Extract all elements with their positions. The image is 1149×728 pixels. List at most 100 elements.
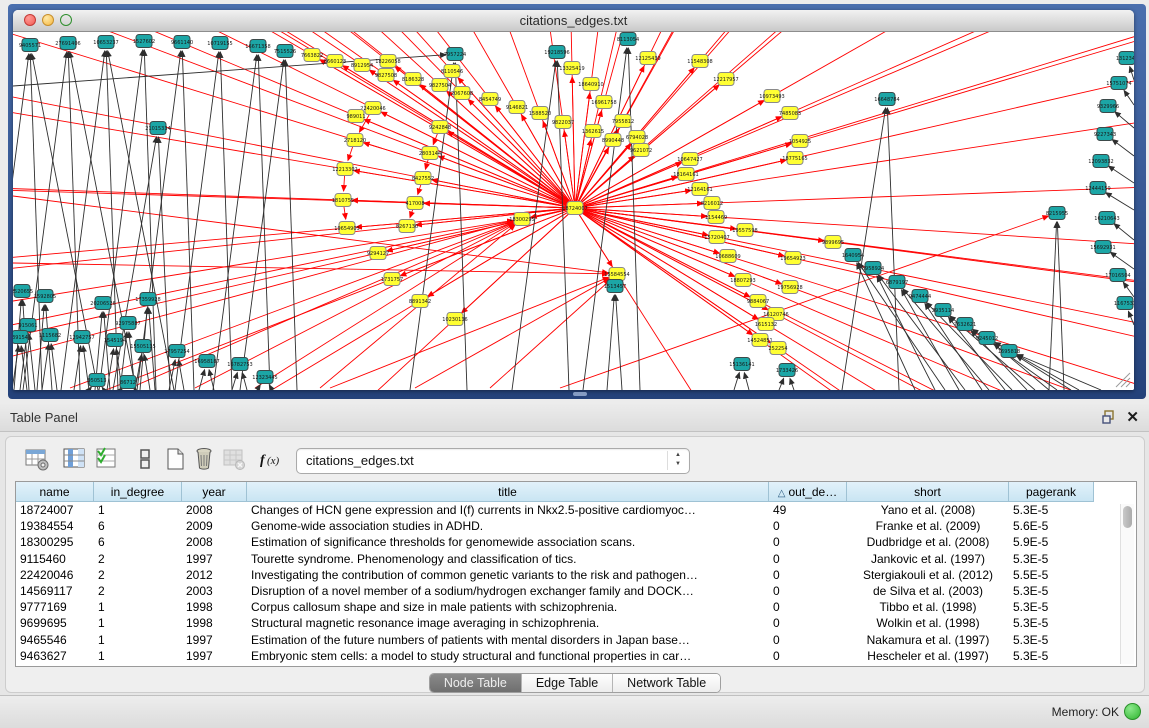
table-cell[interactable]: de Silva et al. (2003) bbox=[847, 584, 1009, 600]
graph-node[interactable]: 9329966 bbox=[1097, 100, 1119, 113]
rows-icon[interactable] bbox=[132, 446, 158, 472]
close-panel-icon[interactable]: ✕ bbox=[1126, 408, 1139, 426]
table-cell[interactable]: 2 bbox=[94, 584, 182, 600]
table-cell[interactable]: 2 bbox=[94, 568, 182, 584]
column-header-title[interactable]: title bbox=[247, 482, 769, 502]
table-cell[interactable]: 1997 bbox=[182, 633, 247, 649]
table-columns-icon[interactable] bbox=[61, 446, 87, 472]
graph-node[interactable]: 18775165 bbox=[782, 152, 807, 165]
graph-node[interactable]: 1592805 bbox=[34, 290, 56, 303]
graph-node[interactable]: 9827504 bbox=[429, 79, 451, 92]
table-cell[interactable]: 6 bbox=[94, 519, 182, 535]
graph-node[interactable]: 2520655 bbox=[13, 285, 33, 298]
table-cell[interactable]: 1998 bbox=[182, 600, 247, 616]
table-cell[interactable]: 18724007 bbox=[16, 503, 94, 519]
graph-node[interactable]: 9245012 bbox=[976, 332, 998, 345]
table-cell[interactable]: Changes of HCN gene expression and I(f) … bbox=[247, 503, 769, 519]
table-cell[interactable]: Hescheler et al. (1997) bbox=[847, 649, 1009, 665]
table-row[interactable]: 946554611997Estimation of the future num… bbox=[16, 633, 1136, 649]
graph-node[interactable]: 8990448 bbox=[602, 134, 624, 147]
table-cell[interactable]: 5.9E-5 bbox=[1009, 535, 1094, 551]
vertical-scrollbar[interactable] bbox=[1120, 504, 1134, 664]
graph-node[interactable]: 7663822 bbox=[301, 49, 323, 62]
tab-node-table[interactable]: Node Table bbox=[430, 674, 522, 692]
graph-node[interactable]: 7955812 bbox=[612, 115, 634, 128]
table-cell[interactable]: Embryonic stem cells: a model to study s… bbox=[247, 649, 769, 665]
graph-node[interactable]: 8216012 bbox=[701, 197, 723, 210]
graph-node[interactable]: 10647427 bbox=[677, 153, 702, 166]
graph-node[interactable]: 1167533 bbox=[1114, 297, 1134, 310]
table-cell[interactable]: 5.3E-5 bbox=[1009, 552, 1094, 568]
table-cell[interactable]: Genome-wide association studies in ADHD. bbox=[247, 519, 769, 535]
table-cell[interactable]: 1997 bbox=[182, 649, 247, 665]
graph-node[interactable]: 252254 bbox=[768, 342, 787, 355]
table-cell[interactable]: 19384554 bbox=[16, 519, 94, 535]
table-cell[interactable]: 0 bbox=[769, 633, 847, 649]
graph-node[interactable]: 1527602 bbox=[133, 35, 155, 48]
table-cell[interactable]: Franke et al. (2009) bbox=[847, 519, 1009, 535]
graph-node[interactable]: 8912954 bbox=[351, 59, 373, 72]
table-cell[interactable]: 0 bbox=[769, 552, 847, 568]
graph-node[interactable]: 9621072 bbox=[630, 144, 652, 157]
table-cell[interactable]: 6 bbox=[94, 535, 182, 551]
graph-node[interactable]: 9884067 bbox=[747, 295, 769, 308]
table-row[interactable]: 969969511998Structural magnetic resonanc… bbox=[16, 616, 1136, 632]
delete-column-icon[interactable] bbox=[191, 446, 217, 472]
table-cell[interactable]: Estimation of the future numbers of pati… bbox=[247, 633, 769, 649]
tab-edge-table[interactable]: Edge Table bbox=[522, 674, 613, 692]
graph-node[interactable]: 1312344 bbox=[1116, 52, 1134, 65]
graph-node[interactable]: 1154469 bbox=[705, 211, 727, 224]
graph-node[interactable]: 18164161 bbox=[673, 168, 698, 181]
graph-node[interactable]: 12444159 bbox=[1085, 182, 1110, 195]
graph-node[interactable]: 8891342 bbox=[409, 295, 431, 308]
graph-node[interactable]: 915061 bbox=[18, 319, 37, 332]
network-titlebar[interactable]: citations_edges.txt bbox=[13, 10, 1134, 32]
graph-node[interactable]: 1731757 bbox=[381, 273, 403, 286]
graph-node[interactable]: 6794028 bbox=[626, 131, 648, 144]
graph-node[interactable]: 6879197 bbox=[886, 276, 908, 289]
table-cell[interactable]: 5.3E-5 bbox=[1009, 633, 1094, 649]
graph-node[interactable]: 1615132 bbox=[755, 318, 777, 331]
table-cell[interactable]: Corpus callosum shape and size in male p… bbox=[247, 600, 769, 616]
graph-node[interactable]: 9661140 bbox=[171, 36, 193, 49]
table-cell[interactable]: 9115460 bbox=[16, 552, 94, 568]
graph-node[interactable]: 9227343 bbox=[1094, 128, 1116, 141]
table-cell[interactable]: 0 bbox=[769, 568, 847, 584]
table-cell[interactable]: Wolkin et al. (1998) bbox=[847, 616, 1009, 632]
graph-node[interactable]: 18640910 bbox=[578, 78, 603, 91]
splitter-handle[interactable] bbox=[573, 392, 587, 396]
table-row[interactable]: 946362711997Embryonic stem cells: a mode… bbox=[16, 649, 1136, 665]
column-header-short[interactable]: short bbox=[847, 482, 1009, 502]
graph-node[interactable]: 7632621 bbox=[954, 318, 976, 331]
graph-node[interactable]: 39154 bbox=[13, 331, 28, 344]
graph-node[interactable]: 7957224 bbox=[444, 48, 466, 61]
table-cell[interactable]: 2009 bbox=[182, 519, 247, 535]
graph-node[interactable]: 16210643 bbox=[1094, 212, 1119, 225]
table-row[interactable]: 1830029562008Estimation of significance … bbox=[16, 535, 1136, 551]
column-header-name[interactable]: name bbox=[16, 482, 94, 502]
graph-node[interactable]: 19557598 bbox=[732, 224, 757, 237]
graph-node[interactable]: 2803144 bbox=[419, 147, 441, 160]
graph-node[interactable]: 1733426 bbox=[776, 364, 798, 377]
table-cell[interactable]: 1998 bbox=[182, 616, 247, 632]
graph-node[interactable]: 989011 bbox=[346, 110, 365, 123]
graph-node[interactable]: 1362615 bbox=[582, 125, 604, 138]
graph-node[interactable]: 12125439 bbox=[635, 52, 660, 65]
table-cell[interactable]: 14569117 bbox=[16, 584, 94, 600]
table-cell[interactable]: Stergiakouli et al. (2012) bbox=[847, 568, 1009, 584]
graph-node[interactable]: 16671358 bbox=[245, 40, 270, 53]
table-cell[interactable]: 5.3E-5 bbox=[1009, 616, 1094, 632]
graph-node[interactable]: 12164161 bbox=[687, 183, 712, 196]
graph-node[interactable]: 8660123 bbox=[324, 55, 346, 68]
table-cell[interactable]: 5.3E-5 bbox=[1009, 503, 1094, 519]
table-cell[interactable]: 1 bbox=[94, 649, 182, 665]
table-cell[interactable]: Estimation of significance thresholds fo… bbox=[247, 535, 769, 551]
new-column-icon[interactable] bbox=[162, 446, 188, 472]
graph-node[interactable]: 1513457 bbox=[604, 280, 626, 293]
graph-node[interactable]: 417008 bbox=[405, 197, 424, 210]
graph-node[interactable]: 9405571 bbox=[19, 39, 41, 52]
graph-node[interactable]: 9294127 bbox=[367, 247, 389, 260]
graph-node[interactable]: 12323445 bbox=[252, 371, 277, 384]
table-row[interactable]: 1872400712008Changes of HCN gene express… bbox=[16, 503, 1136, 519]
table-cell[interactable]: 2008 bbox=[182, 535, 247, 551]
